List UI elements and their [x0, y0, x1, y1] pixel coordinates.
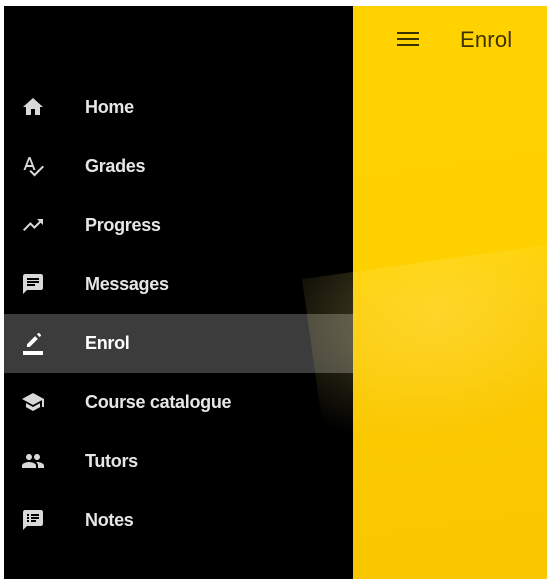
hamburger-menu-icon[interactable]	[397, 30, 419, 48]
spellcheck-icon	[21, 154, 45, 178]
home-icon	[21, 95, 45, 119]
sidebar-item-label: Notes	[85, 510, 134, 530]
trending-up-icon	[21, 213, 45, 237]
sidebar-item-home[interactable]: Home	[4, 78, 353, 137]
sidebar-item-label: Home	[85, 97, 134, 117]
sidebar-item-notes[interactable]: Notes	[4, 491, 353, 550]
sidebar-item-label: Messages	[85, 274, 169, 294]
message-icon	[21, 272, 45, 296]
notes-icon	[21, 508, 45, 532]
sidebar-item-progress[interactable]: Progress	[4, 196, 353, 255]
sidebar-item-label: Grades	[85, 156, 146, 176]
app-bar: Enrol	[353, 6, 547, 78]
sidebar-item-grades[interactable]: Grades	[4, 137, 353, 196]
sidebar-item-course-catalogue[interactable]: Course catalogue	[4, 373, 353, 432]
main-content: Enrol	[353, 6, 547, 579]
pencil-icon	[21, 331, 45, 355]
sidebar-item-tutors[interactable]: Tutors	[4, 432, 353, 491]
sidebar-item-enrol[interactable]: Enrol	[4, 314, 353, 373]
sidebar-item-label: Progress	[85, 215, 161, 235]
sidebar-item-label: Course catalogue	[85, 392, 232, 412]
app-frame: Home Grades Progress Messages Enrol Cour…	[4, 6, 547, 579]
sidebar-item-label: Enrol	[85, 333, 130, 353]
sidebar-item-messages[interactable]: Messages	[4, 255, 353, 314]
people-icon	[21, 449, 45, 473]
school-icon	[21, 390, 45, 414]
sidebar-item-label: Tutors	[85, 451, 138, 471]
page-title: Enrol	[460, 27, 513, 52]
navigation-drawer: Home Grades Progress Messages Enrol Cour…	[4, 6, 353, 579]
nav-list: Home Grades Progress Messages Enrol Cour…	[4, 78, 353, 550]
